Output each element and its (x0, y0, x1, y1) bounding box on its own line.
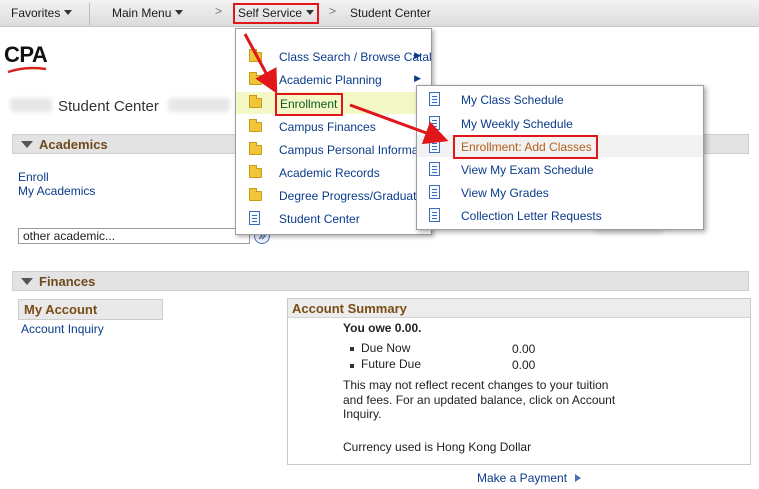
main-menu[interactable]: Main Menu (112, 6, 184, 20)
menu-item-label: Enrollment (275, 93, 344, 116)
folder-icon (249, 95, 262, 108)
menu-item-label: Academic Records (279, 166, 380, 180)
chevron-down-icon (306, 10, 315, 15)
submenu-item-my-weekly-schedule[interactable]: My Weekly Schedule (417, 112, 703, 134)
top-nav-bar: Favorites Main Menu > Self Service > Stu… (0, 0, 759, 27)
submenu-item-label: My Class Schedule (461, 93, 564, 107)
submenu-item-label: Enrollment: Add Classes (453, 135, 598, 159)
submenu-item-label: View My Grades (461, 186, 549, 200)
future-due-value: 0.00 (512, 358, 536, 372)
enroll-link[interactable]: Enroll (18, 170, 49, 184)
submenu-item-collection-letters[interactable]: Collection Letter Requests (417, 204, 703, 226)
balance-note-line1: This may not reflect recent changes to y… (343, 378, 609, 392)
make-payment-label: Make a Payment (477, 471, 568, 485)
submenu-item-view-grades[interactable]: View My Grades (417, 181, 703, 203)
self-service-label: Self Service (238, 6, 303, 20)
chevron-down-icon (64, 10, 73, 15)
document-icon (429, 116, 440, 130)
due-now-label: Due Now (361, 341, 411, 355)
self-service-dropdown: Class Search / Browse Catalog ▶ Academic… (235, 28, 432, 235)
folder-icon (249, 49, 262, 62)
folder-icon (249, 119, 262, 132)
chevron-down-icon (175, 10, 184, 15)
balance-note-line3: Inquiry. (343, 407, 382, 421)
menu-item-degree-progress[interactable]: Degree Progress/Graduat (236, 185, 431, 207)
submenu-item-add-classes[interactable]: Enrollment: Add Classes (417, 135, 703, 159)
submenu-item-label: My Weekly Schedule (461, 117, 573, 131)
menu-item-label: Class Search / Browse Catalog (279, 50, 432, 64)
bullet-icon (350, 347, 354, 351)
my-account-header: My Account (18, 299, 163, 320)
menu-item-academic-records[interactable]: Academic Records (236, 162, 431, 184)
menu-item-label: Academic Planning (279, 73, 382, 87)
submenu-item-exam-schedule[interactable]: View My Exam Schedule (417, 158, 703, 180)
currency-note: Currency used is Hong Kong Dollar (343, 440, 532, 454)
menu-item-campus-personal-info[interactable]: Campus Personal Informa (236, 139, 431, 161)
due-now-value: 0.00 (512, 342, 536, 356)
menu-item-class-search[interactable]: Class Search / Browse Catalog ▶ (236, 46, 432, 68)
nav-divider (89, 3, 90, 25)
menu-item-campus-finances[interactable]: Campus Finances (236, 116, 431, 138)
future-due-label: Future Due (361, 357, 422, 371)
submenu-item-my-class-schedule[interactable]: My Class Schedule (417, 88, 703, 110)
finances-section-header[interactable]: Finances (12, 271, 749, 291)
document-icon (429, 92, 440, 106)
enrollment-submenu: My Class Schedule My Weekly Schedule Enr… (416, 85, 704, 230)
collapse-triangle-icon[interactable] (21, 141, 33, 148)
breadcrumb-separator: > (329, 4, 337, 18)
submenu-arrow-icon: ▶ (414, 50, 421, 60)
page-title: Student Center (58, 98, 159, 115)
submenu-item-label: Collection Letter Requests (461, 209, 602, 223)
folder-icon (249, 188, 262, 201)
submenu-item-label: View My Exam Schedule (461, 163, 594, 177)
you-owe-text: You owe 0.00. (343, 321, 422, 335)
submenu-arrow-icon: ▶ (414, 73, 421, 83)
favorites-label: Favorites (11, 6, 61, 20)
make-payment-link[interactable]: Make a Payment (477, 471, 583, 485)
folder-icon (249, 72, 262, 85)
main-menu-label: Main Menu (112, 6, 172, 20)
breadcrumb-separator: > (215, 4, 223, 18)
menu-item-label: Campus Personal Informa (279, 143, 419, 157)
breadcrumb-student-center[interactable]: Student Center (350, 6, 431, 20)
folder-icon (249, 142, 262, 155)
play-arrow-icon (575, 474, 582, 482)
menu-item-academic-planning[interactable]: Academic Planning ▶ (236, 69, 431, 91)
document-icon (249, 211, 260, 225)
redacted-id (168, 98, 230, 112)
document-icon (429, 139, 440, 153)
menu-item-label: Campus Finances (279, 120, 376, 134)
bullet-icon (350, 364, 354, 368)
document-icon (429, 208, 440, 222)
self-service-menu[interactable]: Self Service (233, 3, 320, 24)
menu-item-student-center[interactable]: Student Center (236, 208, 431, 230)
finances-title: Finances (39, 274, 96, 289)
collapse-triangle-icon[interactable] (21, 278, 33, 285)
document-icon (429, 185, 440, 199)
my-academics-link[interactable]: My Academics (18, 184, 95, 198)
logo: CPA (4, 42, 48, 67)
account-inquiry-link[interactable]: Account Inquiry (21, 322, 104, 336)
menu-item-label: Student Center (279, 212, 360, 226)
favorites-menu[interactable]: Favorites (11, 6, 73, 20)
menu-item-enrollment[interactable]: Enrollment (236, 92, 431, 116)
logo-swoosh-icon (7, 66, 47, 74)
balance-note-line2: and fees. For an updated balance, click … (343, 393, 616, 407)
folder-icon (249, 165, 262, 178)
academics-select[interactable]: other academic... (18, 228, 250, 244)
redacted-name (10, 98, 52, 112)
menu-item-label: Degree Progress/Graduat (279, 189, 417, 203)
academics-title: Academics (39, 137, 108, 152)
document-icon (429, 162, 440, 176)
account-summary-header: Account Summary (288, 299, 750, 318)
